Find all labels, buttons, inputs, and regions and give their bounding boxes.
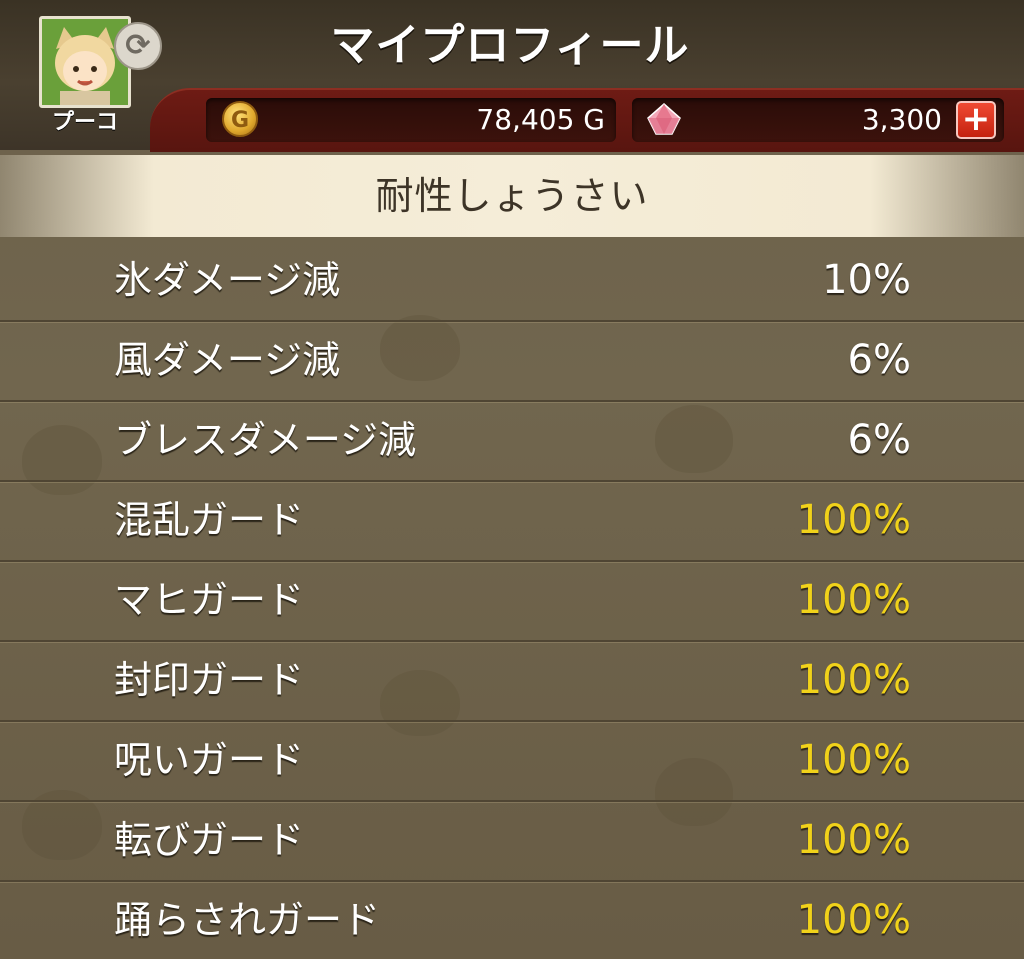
avatar-portrait-icon — [42, 19, 128, 105]
resistance-label: 呪いガード — [114, 738, 305, 782]
resistance-label: 氷ダメージ減 — [114, 258, 341, 302]
gold-amount: 78,405 G — [476, 103, 605, 136]
resistance-label: 封印ガード — [114, 658, 305, 702]
section-title: 耐性しょうさい — [375, 174, 649, 218]
gold-coin-icon: G — [222, 101, 258, 137]
resistance-row: 封印ガード 100% — [0, 640, 1024, 722]
player-name: プーコ — [51, 110, 118, 135]
resistance-value: 100% — [796, 497, 911, 543]
resistance-value: 100% — [796, 577, 911, 623]
resistance-label: 踊らされガード — [114, 898, 381, 942]
resistance-value: 100% — [796, 817, 911, 863]
resistance-label: 混乱ガード — [114, 498, 305, 542]
swap-avatar-icon[interactable]: ⟳ — [114, 22, 162, 70]
resistance-row: 踊らされガード 100% — [0, 880, 1024, 959]
resistance-row: 風ダメージ減 6% — [0, 320, 1024, 402]
profile-screen: マイプロフィール ⟳ プーコ G 78,405 G 3,300 + 耐性しょうさ… — [0, 0, 1024, 959]
resistance-label: 転びガード — [114, 818, 305, 862]
resistance-label: ブレスダメージ減 — [114, 418, 417, 462]
resistance-value: 100% — [796, 737, 911, 783]
resistance-value: 6% — [847, 417, 911, 463]
page-title: マイプロフィール — [330, 20, 690, 71]
resistance-row: 呪いガード 100% — [0, 720, 1024, 802]
player-avatar[interactable] — [39, 16, 131, 108]
resistance-value: 100% — [796, 657, 911, 703]
resistance-value: 6% — [847, 337, 911, 383]
resistance-value: 10% — [822, 257, 911, 303]
resistance-row: 氷ダメージ減 10% — [0, 240, 1024, 322]
add-gems-button[interactable]: + — [956, 101, 996, 139]
resistance-value: 100% — [796, 897, 911, 943]
resistance-row: 混乱ガード 100% — [0, 480, 1024, 562]
resistance-row: マヒガード 100% — [0, 560, 1024, 642]
resistance-list: 氷ダメージ減 10% 風ダメージ減 6% ブレスダメージ減 6% 混乱ガード 100% マヒガー… — [0, 240, 1024, 959]
gem-amount: 3,300 — [861, 103, 942, 136]
resistance-row: ブレスダメージ減 6% — [0, 400, 1024, 482]
resistance-row: 転びガード 100% — [0, 800, 1024, 882]
resistance-label: 風ダメージ減 — [114, 338, 341, 382]
resistance-label: マヒガード — [114, 578, 305, 622]
gem-icon — [647, 103, 681, 135]
